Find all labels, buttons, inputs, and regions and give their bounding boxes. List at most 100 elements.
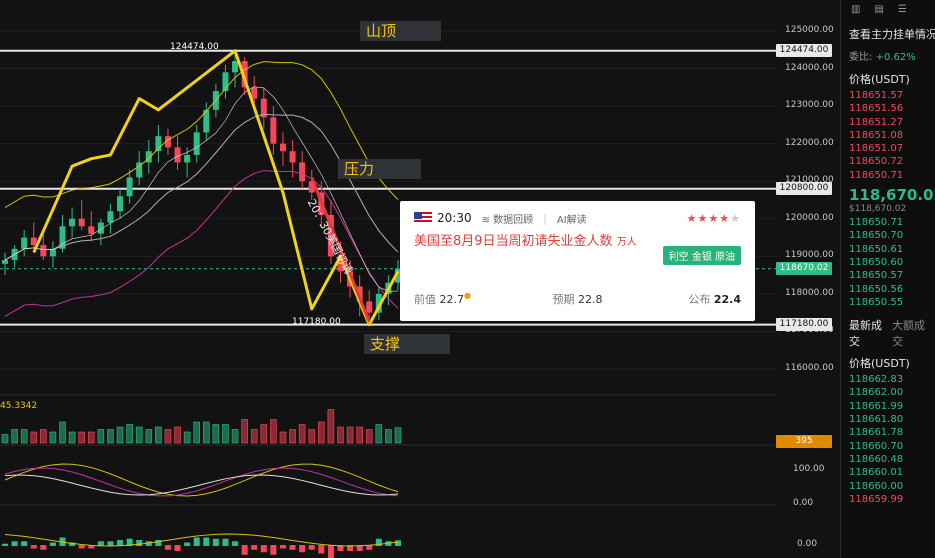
volume-bar: [97, 429, 105, 444]
trade-row: 118661.78: [849, 427, 904, 439]
order-row[interactable]: 118650.60: [841, 256, 935, 269]
order-row[interactable]: 118650.71: [841, 216, 935, 229]
high-price-label: 124474.00: [170, 42, 219, 52]
volume-bar: [298, 424, 306, 444]
candle-body: [126, 177, 133, 197]
us-flag-icon: [414, 212, 432, 224]
order-row[interactable]: 118651.07: [841, 142, 935, 155]
volume-bar: [289, 429, 296, 444]
price-tick-label: 125000.00: [785, 25, 834, 35]
candle-body: [30, 237, 37, 246]
ratio-label: 委比:: [849, 52, 873, 63]
order-row[interactable]: 118650.57: [841, 269, 935, 282]
previous-label: 前值: [414, 293, 436, 306]
order-row[interactable]: 118651.57: [841, 89, 935, 102]
volume-bar: [78, 431, 85, 444]
macd-histogram-bar: [212, 538, 219, 546]
trade-row: 118660.01: [849, 467, 904, 479]
forecast-value: 22.8: [578, 293, 603, 306]
current-price-tag: 118670.02: [776, 261, 832, 275]
trade-row: 118661.99: [849, 400, 904, 412]
macd-histogram-bar: [232, 541, 239, 546]
volume-bar: [260, 424, 268, 444]
previous-value: 22.7: [439, 293, 465, 306]
candle-body: [174, 147, 181, 163]
zone-top-label: 山顶: [360, 21, 441, 41]
last-price-usd: $118,670.02: [849, 204, 907, 215]
order-row[interactable]: 118651.56: [841, 102, 935, 115]
actual-value: 22.4: [713, 293, 741, 306]
data-review-label: 数据回顾: [493, 214, 534, 226]
order-row[interactable]: 118650.61: [841, 243, 935, 256]
volume-bar: [145, 429, 153, 444]
volume-bar: [250, 429, 258, 444]
price-tick-label: 118000.00: [785, 287, 834, 298]
trade-row: 118662.83: [849, 374, 904, 386]
level-price-tag: 117180.00: [776, 317, 832, 331]
view-bids-icon[interactable]: ▤: [874, 4, 883, 18]
star-icon: ★: [708, 211, 720, 225]
volume-bar: [49, 431, 57, 444]
volume-bar: [183, 431, 191, 444]
bid-list: 118650.71 118650.70 118650.61 118650.60 1186…: [841, 216, 935, 309]
view-both-icon[interactable]: ▥: [851, 4, 860, 18]
price-tick-label: 124000.00: [785, 62, 834, 73]
order-row[interactable]: 118650.55: [841, 296, 935, 309]
candle-body: [270, 117, 277, 144]
volume-bar: [365, 429, 373, 444]
macd-histogram-bar: [395, 540, 401, 546]
order-row[interactable]: 118651.08: [841, 129, 935, 142]
chart-area[interactable]: 125000.00 124000.00 123000.00 122000.00 1210…: [0, 0, 840, 558]
order-row[interactable]: 118650.71: [841, 169, 935, 182]
macd-histogram-bar: [21, 541, 28, 546]
order-book-title[interactable]: 查看主力挂单情况: [841, 22, 935, 46]
ai-analysis-link[interactable]: AI解读: [557, 211, 587, 226]
candle-body: [279, 143, 286, 152]
zone-pressure-label: 压力: [338, 159, 421, 179]
order-row[interactable]: 118650.70: [841, 229, 935, 242]
trade-tabs: 最新成交 大额成交: [841, 309, 935, 353]
oscillator-tick-label: 0.00: [793, 498, 814, 508]
volume-bar: [385, 429, 392, 444]
actual-label: 公布: [688, 293, 711, 306]
forecast-value-group: 预期 22.8: [523, 291, 632, 307]
view-asks-icon[interactable]: ☰: [898, 4, 907, 18]
volume-bar: [212, 424, 220, 444]
divider: |: [543, 211, 547, 225]
data-review-link[interactable]: ≋ 数据回顾: [482, 211, 534, 226]
macd-histogram-bar: [184, 542, 191, 546]
order-row[interactable]: 118650.72: [841, 155, 935, 168]
macd-histogram-bar: [318, 545, 325, 554]
candle-body: [107, 211, 114, 223]
ratio-value: +0.62%: [875, 52, 916, 63]
low-price-label: 117180.00: [292, 317, 341, 327]
candle-body: [232, 61, 239, 73]
volume-bar: [318, 421, 325, 444]
volume-bar: [126, 424, 133, 444]
trade-row: 118659.99: [849, 493, 904, 505]
order-row[interactable]: 118651.27: [841, 116, 935, 129]
volume-bar: [20, 429, 28, 444]
volume-bar: [308, 429, 316, 444]
actual-value-group: 公布 22.4: [632, 291, 741, 307]
candle-body: [88, 226, 95, 234]
candle-body: [117, 196, 124, 212]
trades-price-header: 价格(USDT): [849, 357, 910, 371]
order-row[interactable]: 118650.56: [841, 283, 935, 296]
order-book-view-toggles: ▥ ▤ ☰: [841, 0, 935, 22]
economic-event-card[interactable]: 20:30 ≋ 数据回顾 | AI解读 ★★★★★ 美国至8月9日当周初请失业金…: [400, 201, 755, 321]
trade-row: 118660.70: [849, 440, 904, 452]
volume-ma-value: 45.3342: [0, 401, 38, 411]
macd-histogram-bar: [260, 545, 267, 553]
forecast-label: 预期: [552, 293, 575, 306]
previous-value-group: 前值 22.7●: [414, 291, 523, 307]
volume-bar: [222, 424, 229, 444]
macd-histogram-bar: [279, 545, 286, 549]
oscillator-line-c: [4, 474, 399, 496]
tab-large-trades[interactable]: 大额成交: [892, 317, 927, 349]
revision-dot-icon: ●: [464, 291, 471, 300]
macd-histogram-bar: [270, 545, 277, 555]
macd-histogram-bar: [30, 545, 37, 549]
tab-latest-trades[interactable]: 最新成交: [849, 317, 884, 349]
macd-histogram-bar: [193, 537, 200, 546]
